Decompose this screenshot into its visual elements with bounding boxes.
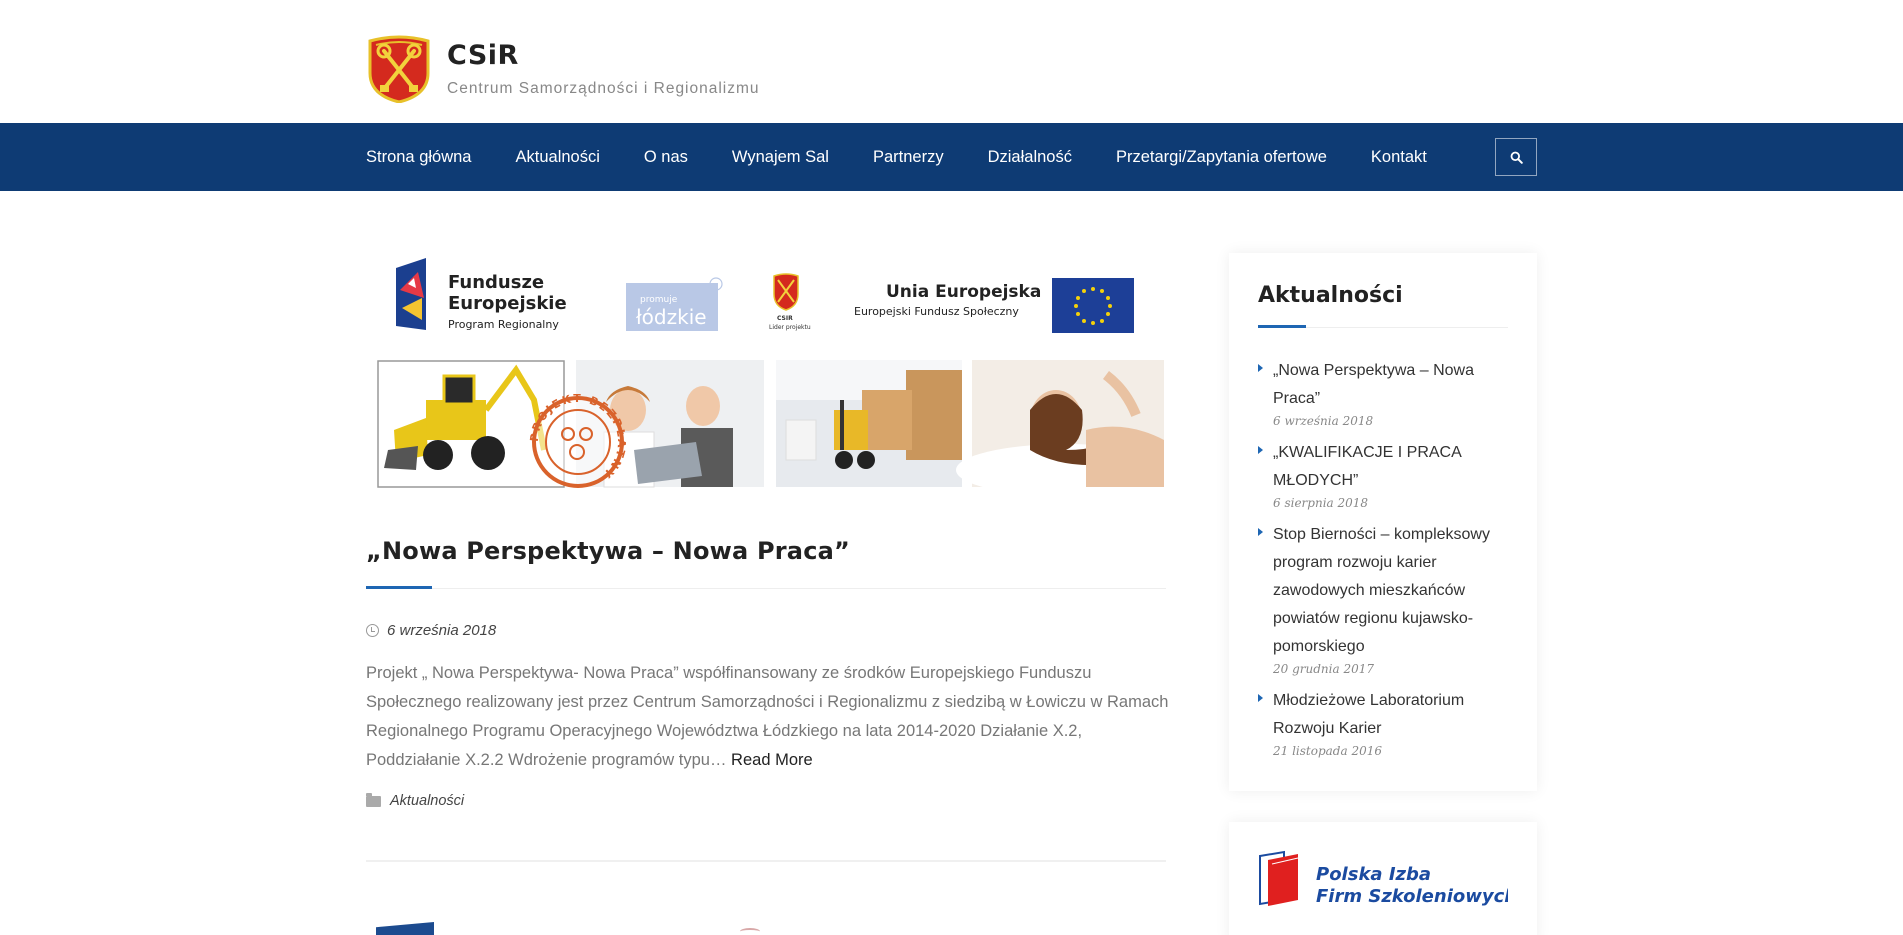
post-date-text[interactable]: 6 września 2018 — [387, 622, 496, 639]
promuje-lodzkie-logo: promuje łódzkie — [626, 277, 723, 331]
recent-post-item: „KWALIFIKACJE I PRACA MŁODYCH” 6 sierpni… — [1258, 439, 1518, 510]
csir-logo[interactable] — [366, 35, 432, 103]
post-featured-image[interactable]: Fundusze Europejskie Program Regionalny … — [366, 250, 1170, 508]
partner-widget: Polska Izba Firm Szkoleniowych — [1229, 822, 1537, 935]
site-tagline: Centrum Samorządności i Regionalizmu — [447, 80, 760, 97]
photo-massage — [956, 360, 1170, 496]
svg-text:Fundusze: Fundusze — [448, 272, 544, 293]
folder-icon — [366, 792, 381, 807]
widget-title-accent — [1258, 325, 1306, 328]
widget-title: Aktualności — [1258, 283, 1403, 308]
next-post-image-peek[interactable] — [376, 922, 434, 935]
post-excerpt: Projekt „ Nowa Perspektywa- Nowa Praca” … — [366, 659, 1176, 775]
recent-post-link[interactable]: „Nowa Perspektywa – Nowa Praca” — [1273, 357, 1518, 413]
caret-right-icon — [1258, 694, 1263, 702]
svg-text:Europejskie: Europejskie — [448, 293, 567, 314]
recent-post-item: „Nowa Perspektywa – Nowa Praca” 6 wrześn… — [1258, 357, 1518, 428]
read-more-link[interactable]: Read More — [731, 751, 813, 769]
nav-item-partnerzy[interactable]: Partnerzy — [873, 148, 944, 167]
fundusze-europejskie-logo: Fundusze Europejskie Program Regionalny — [396, 258, 567, 331]
svg-text:CSIR: CSIR — [777, 315, 793, 322]
svg-text:Firm Szkoleniowych: Firm Szkoleniowych — [1316, 886, 1508, 907]
csir-partner-logo: CSIR Lider projektu — [769, 273, 811, 331]
post-category: Aktualności — [366, 792, 464, 809]
site-title[interactable]: CSiR — [447, 40, 519, 71]
svg-text:Europejski Fundusz Społeczny: Europejski Fundusz Społeczny — [854, 305, 1019, 318]
main-nav: Strona główna Aktualności O nas Wynajem … — [0, 123, 1903, 191]
recent-post-date: 20 grudnia 2017 — [1273, 662, 1374, 676]
nav-item-aktualnosci[interactable]: Aktualności — [516, 148, 600, 167]
recent-posts-widget: Aktualności „Nowa Perspektywa – Nowa Pra… — [1229, 253, 1537, 791]
title-accent-line — [366, 586, 432, 589]
post-separator — [366, 860, 1166, 862]
recent-post-date: 6 sierpnia 2018 — [1273, 496, 1369, 510]
post-title[interactable]: „Nowa Perspektywa – Nowa Praca” — [366, 537, 850, 565]
recent-post-item: Młodzieżowe Laboratorium Rozwoju Karier … — [1258, 687, 1518, 758]
recent-post-date: 6 września 2018 — [1273, 414, 1374, 428]
svg-text:promuje: promuje — [640, 295, 678, 305]
recent-post-link[interactable]: Młodzieżowe Laboratorium Rozwoju Karier — [1273, 687, 1518, 743]
search-icon — [1510, 151, 1523, 164]
svg-text:Lider projektu: Lider projektu — [769, 324, 811, 331]
nav-menu: Strona główna Aktualności O nas Wynajem … — [366, 123, 1471, 191]
title-divider — [366, 588, 1166, 589]
nav-item-strona-glowna[interactable]: Strona główna — [366, 148, 472, 167]
svg-text:Unia Europejska: Unia Europejska — [886, 282, 1041, 302]
recent-post-link[interactable]: „KWALIFIKACJE I PRACA MŁODYCH” — [1273, 439, 1518, 495]
nav-item-przetargi[interactable]: Przetargi/Zapytania ofertowe — [1116, 148, 1327, 167]
recent-post-link[interactable]: Stop Bierności – kompleksowy program roz… — [1273, 521, 1518, 661]
recent-post-item: Stop Bierności – kompleksowy program roz… — [1258, 521, 1518, 676]
caret-right-icon — [1258, 446, 1263, 454]
nav-item-o-nas[interactable]: O nas — [644, 148, 688, 167]
post-date: 6 września 2018 — [366, 622, 496, 639]
search-button[interactable] — [1495, 138, 1537, 176]
nav-item-dzialalnosc[interactable]: Działalność — [988, 148, 1072, 167]
recent-posts-list: „Nowa Perspektywa – Nowa Praca” 6 wrześn… — [1258, 357, 1518, 769]
nav-item-kontakt[interactable]: Kontakt — [1371, 148, 1427, 167]
svg-text:Program Regionalny: Program Regionalny — [448, 318, 559, 331]
polska-izba-firm-szkoleniowych-logo[interactable]: Polska Izba Firm Szkoleniowych — [1258, 850, 1508, 910]
recent-post-date: 21 listopada 2016 — [1273, 744, 1382, 758]
caret-right-icon — [1258, 528, 1263, 536]
svg-text:łódzkie: łódzkie — [636, 305, 707, 329]
post-category-link[interactable]: Aktualności — [390, 793, 464, 809]
svg-text:Polska Izba: Polska Izba — [1316, 864, 1431, 885]
caret-right-icon — [1258, 364, 1263, 372]
next-post-image-peek-detail — [740, 928, 760, 935]
nav-item-wynajem-sal[interactable]: Wynajem Sal — [732, 148, 829, 167]
clock-icon — [366, 624, 379, 637]
photo-forklift — [776, 360, 962, 487]
site-header: CSiR Centrum Samorządności i Regionalizm… — [0, 0, 1903, 123]
unia-europejska-logo: Unia Europejska Europejski Fundusz Społe… — [854, 278, 1134, 333]
